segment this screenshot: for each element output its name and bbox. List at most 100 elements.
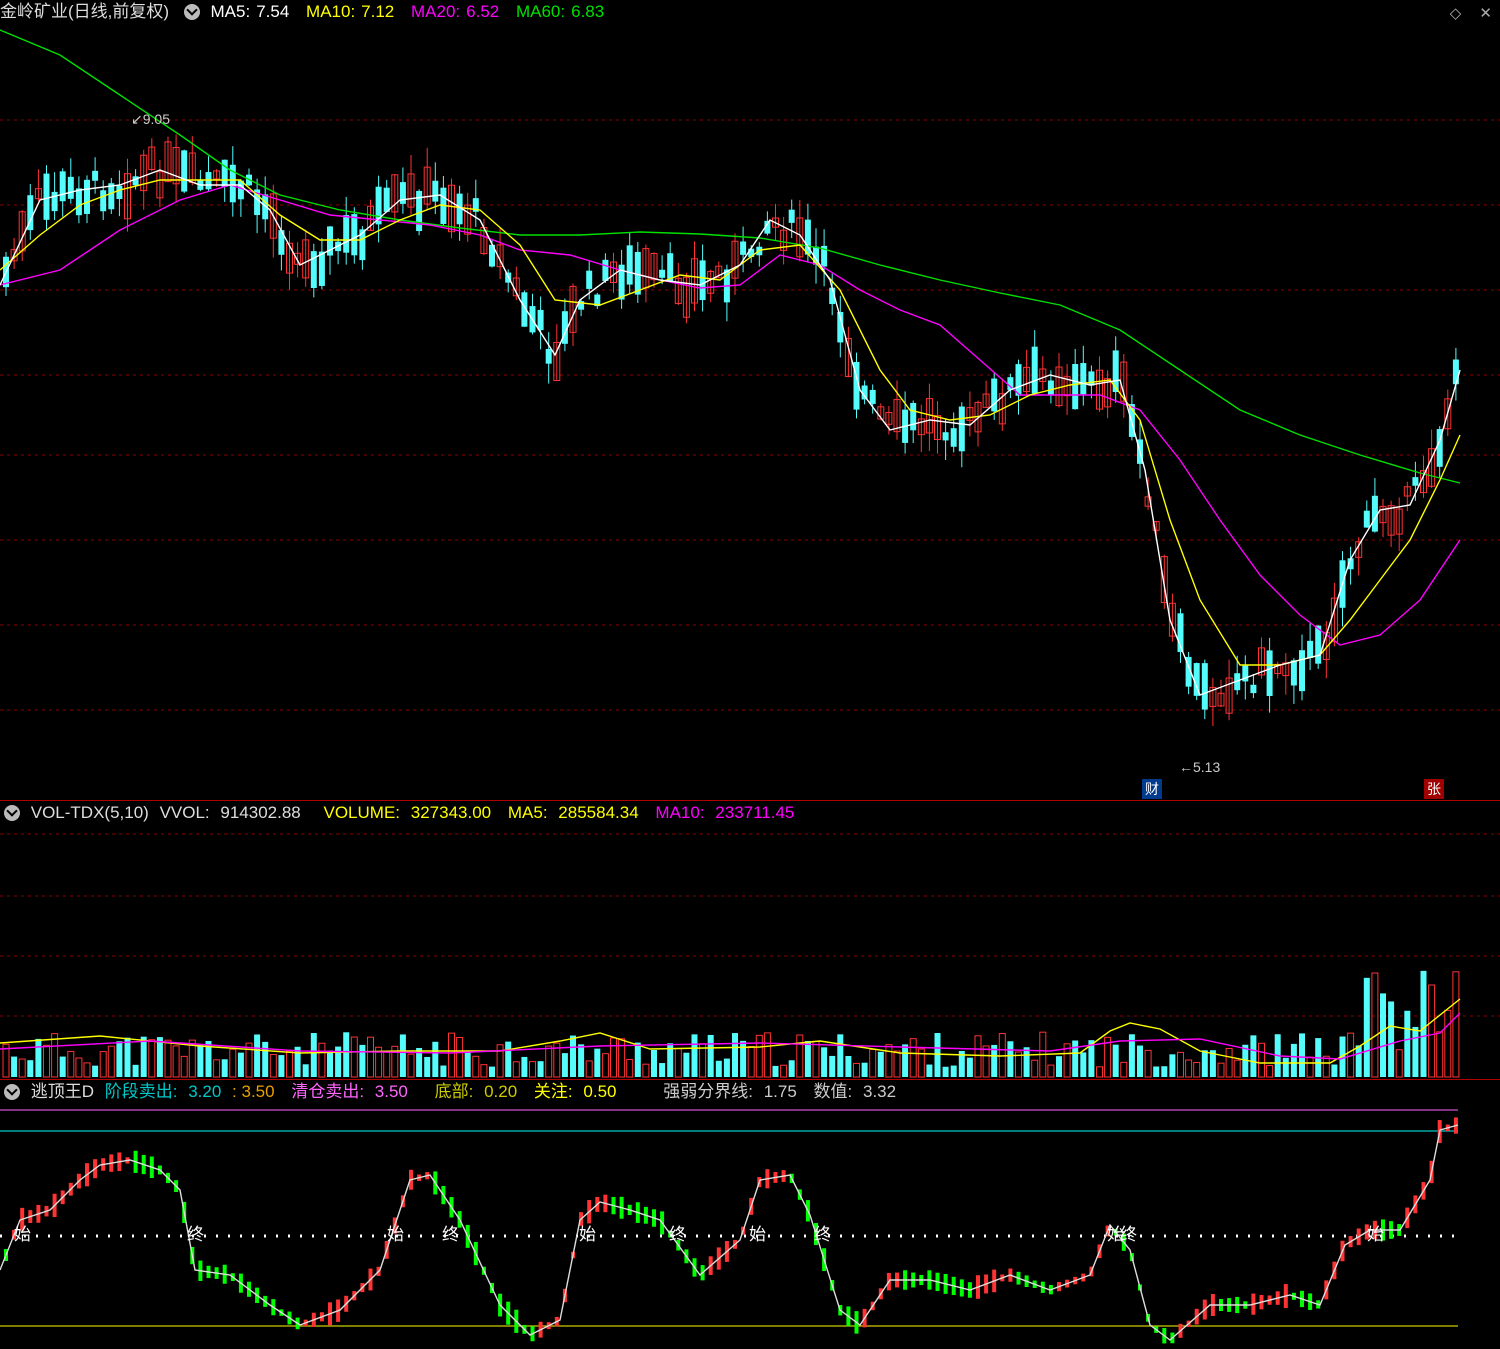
volume-bar (1112, 1044, 1119, 1077)
candle-body (1266, 650, 1273, 696)
volume-bar (1250, 1035, 1257, 1077)
volume-bar (926, 1064, 933, 1077)
volume-bar (537, 1061, 544, 1077)
volume-bar (812, 1040, 820, 1078)
volume-bar (172, 1045, 180, 1078)
volume-bar (1355, 1045, 1362, 1077)
volume-bar (1007, 1041, 1014, 1077)
volume-legend: VOLUME: 327343.00 (323, 803, 492, 822)
ma20-legend: MA20: 6.52 (411, 2, 500, 21)
volume-bar (1266, 1065, 1274, 1078)
volume-bar (278, 1055, 285, 1077)
volume-bar (35, 1038, 42, 1077)
volume-bar (148, 1039, 156, 1078)
candle-body (383, 187, 390, 212)
volume-bar (909, 1038, 917, 1078)
signal-marker-start: 始 (14, 1225, 31, 1244)
candle-body (108, 183, 115, 210)
volume-bar (966, 1057, 973, 1077)
diamond-icon[interactable]: ◇ (1450, 5, 1462, 22)
candle-body (586, 270, 593, 289)
close-icon[interactable]: ✕ (1479, 5, 1492, 22)
volume-bar (1217, 1062, 1225, 1078)
candle-body (67, 176, 74, 199)
volume-ma10-line (0, 1012, 1461, 1060)
candle-body (1031, 346, 1038, 394)
volume-bar (1120, 1061, 1128, 1078)
candle-body (910, 402, 917, 431)
volume-bar (1193, 1061, 1201, 1078)
clear-sell-legend: 清仓卖出: 3.50 (291, 1082, 408, 1101)
volume-bar (1185, 1059, 1193, 1078)
volume-bar (310, 1033, 317, 1077)
volume-bar (27, 1060, 34, 1077)
candle-body (51, 191, 58, 212)
candle-body (92, 170, 99, 181)
finance-tag[interactable]: 财 (1142, 779, 1162, 799)
volume-bar (472, 1055, 480, 1078)
ma5-legend: MA5: 7.54 (210, 2, 290, 21)
volume-bar (691, 1034, 698, 1077)
candle-body (869, 389, 876, 404)
volume-bar (132, 1064, 139, 1077)
volume-bar (480, 1064, 488, 1078)
volume-bar (659, 1063, 666, 1077)
volume-bar (821, 1047, 828, 1077)
candle-body (1290, 660, 1297, 686)
volume-chart[interactable] (0, 801, 1500, 1079)
volume-bar (585, 1060, 593, 1078)
ma10-legend: MA10: 7.12 (306, 2, 395, 21)
volume-indicator-name: VOL-TDX(5,10) (30, 803, 149, 822)
volume-bar (610, 1037, 617, 1078)
indicator-panel[interactable]: 逃顶王D 阶段卖出: 3.20 : 3.50 清仓卖出: 3.50 底部: 0.… (0, 1080, 1500, 1349)
signal-marker-end: 终 (442, 1225, 459, 1244)
volume-bar (456, 1037, 464, 1078)
volume-bar (164, 1039, 172, 1078)
volume-bar (407, 1053, 415, 1078)
volume-bar (788, 1060, 795, 1077)
candle-body (545, 348, 552, 364)
volume-bar (1023, 1047, 1030, 1077)
candle-body (116, 185, 123, 200)
candle-body (43, 173, 50, 220)
volume-bar (237, 1052, 244, 1077)
volume-panel[interactable]: VOL-TDX(5,10) VVOL: 914302.88 VOLUME: 32… (0, 801, 1500, 1079)
volume-bar (1258, 1042, 1265, 1078)
candle-body (1250, 684, 1257, 694)
dropdown-icon[interactable] (183, 3, 200, 20)
volume-bar (1282, 1057, 1289, 1077)
volume-bar (1404, 1010, 1411, 1077)
volume-bar (877, 1051, 884, 1077)
ma60-line (0, 29, 1461, 484)
candle-body (740, 241, 747, 255)
volume-bar (197, 1044, 204, 1077)
limit-up-tag[interactable]: 张 (1424, 779, 1444, 799)
price-panel[interactable]: 金岭矿业(日线,前复权) MA5: 7.54 MA10: 7.12 MA20: 6.5… (0, 0, 1500, 800)
volume-bar (156, 1037, 163, 1077)
volume-bar (1412, 1026, 1419, 1077)
volume-bar (626, 1058, 634, 1078)
price-chart[interactable] (0, 0, 1500, 800)
signal-marker-start: 始 (1367, 1225, 1384, 1244)
vol-ma10-legend: MA10: 233711.45 (655, 803, 795, 822)
dropdown-icon[interactable] (4, 1083, 20, 1100)
volume-bar (269, 1054, 277, 1078)
volume-bar (1363, 977, 1370, 1077)
volume-bar (853, 1062, 860, 1078)
candle-body (1047, 380, 1054, 396)
dropdown-icon[interactable] (4, 804, 20, 821)
indicator-chart[interactable]: 始终始终始终始终始终始 (0, 1080, 1500, 1349)
volume-bar (1056, 1056, 1062, 1077)
signal-marker-end: 终 (1120, 1225, 1137, 1244)
volume-bar (747, 1046, 755, 1078)
candle-body (432, 180, 439, 202)
candle-body (351, 214, 358, 256)
volume-bar (107, 1045, 115, 1078)
volume-bar (512, 1061, 520, 1078)
candle-body (788, 209, 795, 223)
volume-bar (1436, 1031, 1444, 1078)
volume-bar (829, 1055, 836, 1077)
volume-bar (343, 1032, 350, 1077)
volume-bar (67, 1050, 75, 1078)
price-header: 金岭矿业(日线,前复权) MA5: 7.54 MA10: 7.12 MA20: 6.5… (0, 0, 616, 24)
